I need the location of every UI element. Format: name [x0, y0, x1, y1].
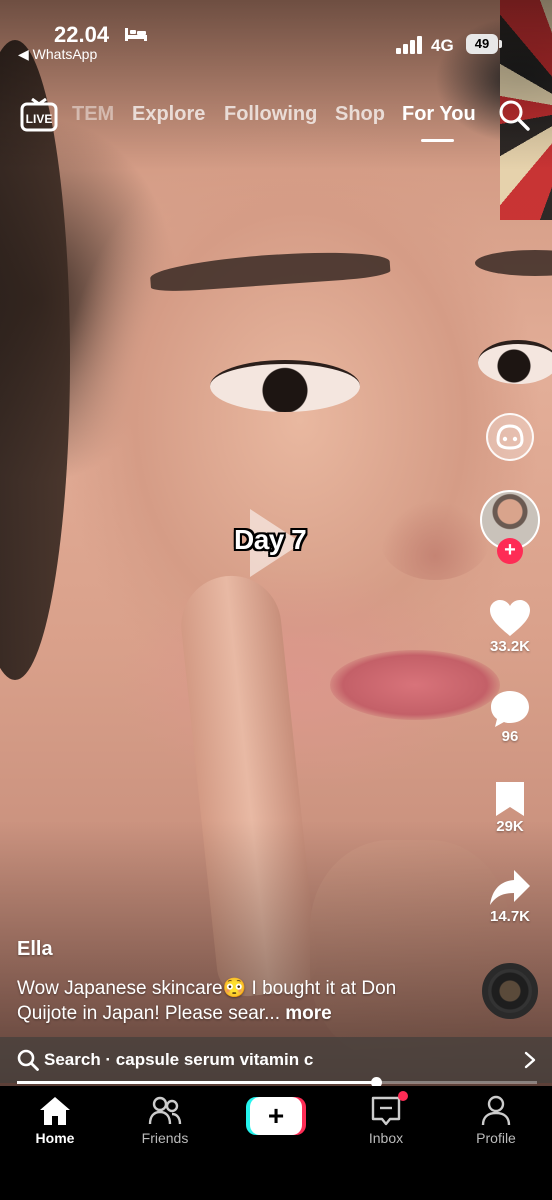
tab-following[interactable]: Following	[224, 103, 317, 126]
search-icon[interactable]	[497, 98, 531, 132]
caption-more-link[interactable]: more	[280, 1003, 331, 1024]
svg-text:LIVE: LIVE	[26, 112, 53, 126]
follow-plus-button[interactable]: +	[497, 538, 523, 564]
tab-for-you[interactable]: For You	[402, 103, 476, 126]
active-tab-indicator	[421, 139, 454, 142]
bookmark-count: 29K	[496, 818, 524, 835]
tab-explore[interactable]: Explore	[132, 103, 205, 126]
nav-profile[interactable]: Profile	[451, 1094, 541, 1146]
bookmark-button[interactable]: 29K	[480, 780, 540, 835]
nav-friends-label: Friends	[141, 1130, 189, 1146]
sleep-focus-icon	[125, 28, 147, 41]
status-time: 22.04	[54, 22, 110, 47]
comment-count: 96	[501, 728, 519, 745]
search-icon	[17, 1049, 39, 1071]
video-text-overlay: Day 7	[234, 524, 307, 555]
tab-shop[interactable]: Shop	[335, 103, 385, 126]
video-caption[interactable]: Wow Japanese skincare😳 I bought it at Do…	[17, 976, 457, 1026]
live-icon[interactable]: LIVE	[20, 98, 58, 132]
like-button[interactable]: 33.2K	[480, 598, 540, 655]
chevron-right-icon	[524, 1051, 536, 1069]
heart-icon	[490, 600, 530, 636]
battery-tip	[499, 40, 502, 48]
emoji-face-icon	[496, 424, 524, 450]
profile-icon	[481, 1095, 511, 1126]
video-progress-bar[interactable]	[17, 1077, 537, 1088]
nav-home[interactable]: Home	[10, 1094, 100, 1146]
inbox-notification-dot	[398, 1091, 408, 1101]
bottom-navigation: Home Friends + Inbox Profile	[0, 1086, 552, 1200]
nav-inbox-label: Inbox	[368, 1130, 404, 1146]
bookmark-icon	[496, 782, 524, 816]
tiktok-for-you-screen: 22.04 ◀ WhatsApp 4G 49 LIVE TEM Explore …	[0, 0, 552, 1200]
create-button[interactable]: +	[246, 1097, 306, 1135]
battery-indicator: 49	[466, 34, 498, 54]
lips-shape	[330, 650, 500, 720]
eyebrow-shape	[149, 246, 391, 294]
back-to-app-link[interactable]: ◀ WhatsApp	[18, 46, 97, 63]
comment-bubble-icon	[491, 691, 529, 727]
share-arrow-icon	[490, 870, 530, 905]
comment-button[interactable]: 96	[480, 688, 540, 745]
emoji-reaction-button[interactable]	[486, 413, 534, 461]
caption-text: Wow Japanese skincare😳 I bought it at Do…	[17, 978, 397, 1024]
search-suggestion-text: Search · capsule serum vitamin c	[44, 1050, 314, 1069]
home-icon	[40, 1097, 70, 1125]
like-count: 33.2K	[489, 638, 531, 655]
sound-disc[interactable]	[482, 963, 538, 1019]
network-type: 4G	[431, 36, 454, 55]
share-button[interactable]: 14.7K	[480, 868, 540, 925]
eye-shape	[210, 360, 360, 412]
search-suggestion-bar[interactable]: Search · capsule serum vitamin c	[0, 1037, 552, 1083]
creator-name[interactable]: Ella	[17, 938, 53, 961]
eye-shape	[478, 340, 552, 384]
nav-profile-label: Profile	[476, 1130, 516, 1146]
nav-home-label: Home	[35, 1130, 75, 1146]
plus-icon: +	[250, 1097, 302, 1135]
nav-friends[interactable]: Friends	[120, 1094, 210, 1146]
nav-inbox[interactable]: Inbox	[341, 1094, 431, 1146]
tab-tem[interactable]: TEM	[72, 103, 114, 126]
progress-fill	[17, 1081, 376, 1084]
friends-icon	[148, 1096, 182, 1125]
cellular-signal-icon	[396, 36, 422, 54]
nose-shape	[380, 500, 490, 580]
eyebrow-shape	[475, 250, 552, 276]
share-count: 14.7K	[489, 908, 531, 925]
inbox-icon	[371, 1096, 401, 1126]
